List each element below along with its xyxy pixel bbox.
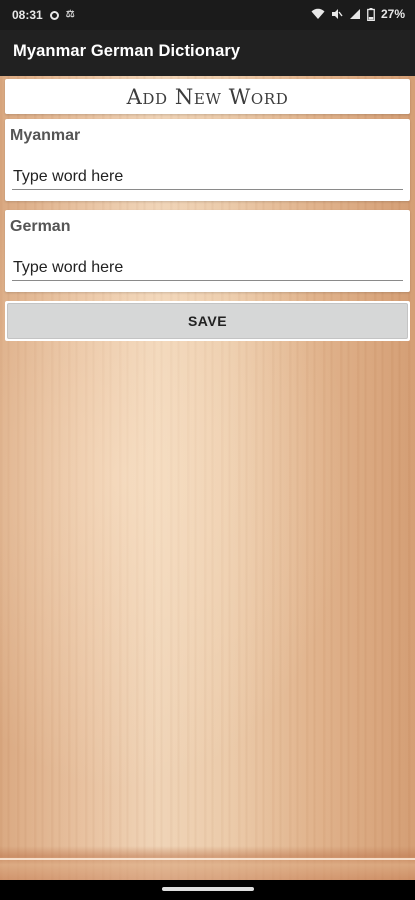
wifi-icon — [311, 8, 325, 20]
circle-icon — [49, 11, 59, 20]
navigation-bar — [0, 880, 415, 900]
app-bar: Myanmar German Dictionary — [0, 30, 415, 76]
german-field-card: German — [5, 210, 410, 292]
wood-shelf-line — [0, 858, 415, 860]
german-label: German — [10, 218, 71, 235]
battery-icon — [367, 7, 375, 21]
mute-icon — [331, 8, 343, 20]
status-left: 08:31 ⚖ — [12, 8, 80, 22]
status-right: 27% — [311, 7, 405, 21]
bike-icon: ⚖ — [65, 9, 75, 20]
save-button-container: SAVE — [5, 301, 410, 341]
app-title: Myanmar German Dictionary — [13, 42, 241, 60]
myanmar-label: Myanmar — [10, 127, 81, 144]
myanmar-field-card: Myanmar — [5, 119, 410, 201]
wood-shelf-edge — [0, 846, 415, 880]
signal-icon — [349, 8, 361, 20]
header-card: Add New Word — [5, 79, 410, 114]
status-bar: 08:31 ⚖ 27% — [0, 0, 415, 30]
page-title: Add New Word — [126, 85, 289, 109]
battery-percent: 27% — [380, 7, 405, 21]
status-time: 08:31 — [12, 8, 43, 22]
save-button[interactable]: SAVE — [7, 303, 408, 339]
german-input[interactable] — [12, 255, 403, 281]
home-gesture-handle[interactable] — [162, 887, 254, 891]
myanmar-input[interactable] — [12, 164, 403, 190]
